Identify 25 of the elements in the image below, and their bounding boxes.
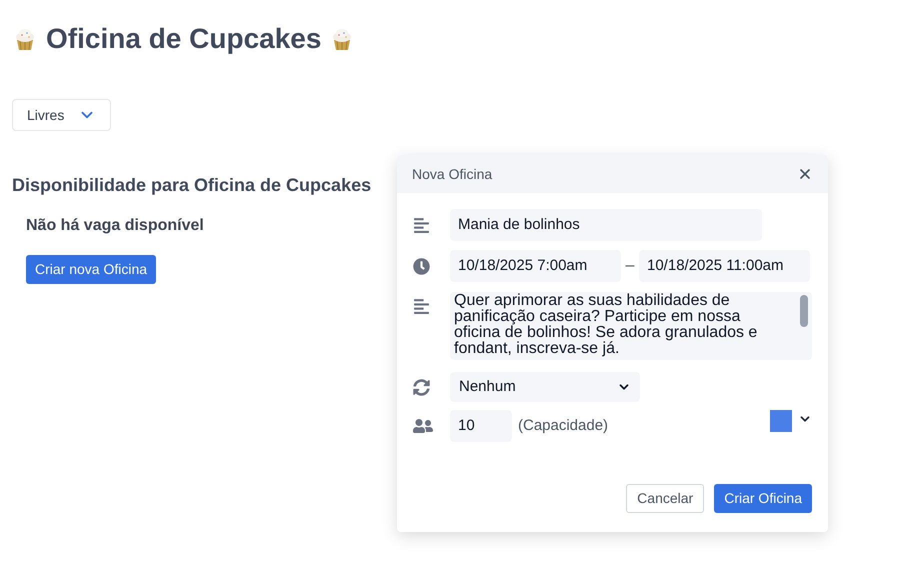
scrollbar-thumb	[800, 295, 808, 327]
capacity-label: (Capacidade)	[518, 416, 608, 436]
no-vacancy-message: Não há vaga disponível	[26, 216, 204, 236]
recurrence-select[interactable]: Nenhum	[450, 372, 640, 402]
availability-heading: Disponibilidade para Oficina de Cupcakes	[12, 174, 372, 197]
close-button[interactable]	[797, 166, 813, 182]
filter-dropdown[interactable]: Livres	[12, 99, 112, 131]
text-lines-icon	[413, 216, 430, 234]
date-separator: –	[624, 256, 636, 276]
people-icon	[413, 416, 433, 436]
clock-icon	[413, 258, 430, 274]
create-workshop-button[interactable]: Criar nova Oficina	[26, 255, 156, 284]
end-date-field[interactable]: 10/18/2025 11:00am	[639, 250, 810, 282]
color-swatch[interactable]	[770, 410, 792, 432]
cancel-button[interactable]: Cancelar	[626, 484, 704, 513]
description-field[interactable]: Quer aprimorar as suas habilidades de panificação caseira? Participe em nossa oficina de bolinhos! Se adora granulados e fondant, inscreva-se já.	[450, 292, 812, 360]
dialog-title: Nova Oficina	[412, 164, 492, 184]
repeat-icon	[413, 378, 430, 396]
text-lines-icon	[413, 298, 430, 315]
create-workshop-button[interactable]: Criar Oficina	[714, 484, 812, 513]
start-date-field[interactable]: 10/18/2025 7:00am	[450, 250, 621, 282]
name-field[interactable]: Mania de bolinhos	[450, 209, 762, 241]
description-text: Quer aprimorar as suas habilidades de panificação caseira? Participe em nossa oficina de bolinhos! Se adora granulados e fondant, inscreva-se já.	[454, 292, 758, 357]
capacity-field[interactable]: 10	[450, 410, 512, 442]
page-title: Oficina de Cupcakes	[46, 22, 322, 56]
